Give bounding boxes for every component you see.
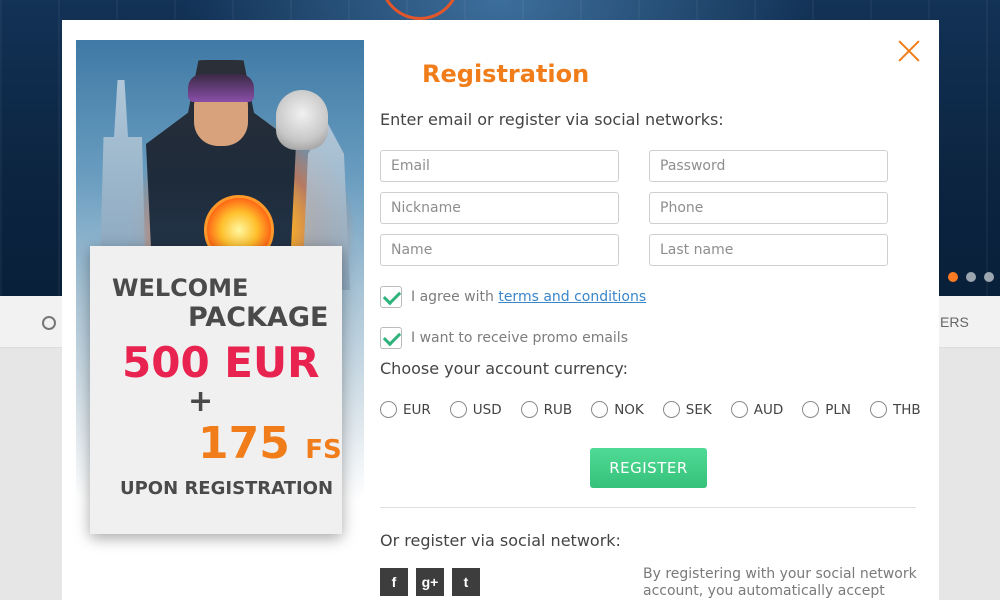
welcome-package-card: WELCOME PACKAGE 500 EUR + 175 FS UPON RE… [90,246,342,534]
currency-option-sek[interactable]: SEK [662,401,712,418]
password-field[interactable] [649,150,888,182]
currency-label: SEK [685,401,712,418]
promo-free-spins-number: 175 [198,418,290,469]
currency-label: RUB [543,401,573,418]
promo-emails-checkbox[interactable] [380,327,402,349]
carousel-dots[interactable] [948,272,994,282]
social-register-title: Or register via social network: [380,531,621,550]
nickname-field[interactable] [380,192,619,224]
currency-option-thb[interactable]: THB [870,401,921,418]
currency-option-aud[interactable]: AUD [730,401,784,418]
currency-radio[interactable] [591,401,609,418]
register-button[interactable]: REGISTER [590,448,707,488]
currency-radio[interactable] [730,401,748,418]
currency-label: EUR [403,401,431,418]
promo-free-spins-unit: FS [305,435,342,465]
city-tower-graphic [100,80,146,270]
currency-title: Choose your account currency: [380,359,628,378]
social-terms-note: By registering with your social network … [643,566,923,600]
hero-visor-graphic [188,74,254,102]
google-plus-icon[interactable]: g+ [416,568,444,596]
currency-option-eur[interactable]: EUR [380,401,431,418]
promo-free-spins: 175 FS [198,418,342,469]
robot-mascot-graphic [276,90,328,150]
currency-radio[interactable] [870,401,887,418]
promo-package-text: PACKAGE [188,302,329,333]
currency-radio[interactable] [449,401,467,418]
divider [380,507,916,508]
currency-label: USD [472,401,502,418]
agree-terms-label: I agree with terms and conditions [411,289,646,305]
currency-radio[interactable] [380,401,397,418]
promo-plus-sign: + [188,384,214,419]
currency-radio[interactable] [520,401,538,418]
agree-terms-checkbox[interactable] [380,286,402,308]
last-name-field[interactable] [649,234,888,266]
twitter-icon[interactable]: t [452,568,480,596]
facebook-icon[interactable]: f [380,568,408,596]
currency-radio[interactable] [662,401,680,418]
registration-modal: WELCOME PACKAGE 500 EUR + 175 FS UPON RE… [62,20,939,600]
agree-terms-row: I agree with terms and conditions [380,286,646,308]
agree-terms-text: I agree with [411,289,494,305]
name-field[interactable] [380,234,619,266]
carousel-dot[interactable] [966,272,976,282]
currency-radio[interactable] [802,401,820,418]
currency-option-rub[interactable]: RUB [520,401,573,418]
currency-option-pln[interactable]: PLN [802,401,851,418]
promo-emails-label: I want to receive promo emails [411,330,628,346]
promo-emails-row: I want to receive promo emails [380,327,628,349]
promo-upon-registration-text: UPON REGISTRATION [120,478,334,499]
promo-welcome-text: WELCOME [112,274,249,302]
nav-partial-label[interactable]: ERS [940,314,969,330]
currency-option-usd[interactable]: USD [449,401,502,418]
form-instruction: Enter email or register via social netwo… [380,110,724,129]
promo-bonus-amount: 500 EUR [122,338,320,387]
nav-circle-icon [42,316,56,330]
currency-options: EUR USD RUB NOK SEK AUD PLN THB [380,401,940,418]
currency-option-nok[interactable]: NOK [591,401,644,418]
carousel-dot-active[interactable] [948,272,958,282]
phone-field[interactable] [649,192,888,224]
currency-label: PLN [825,401,851,418]
currency-label: THB [893,401,921,418]
registration-form: Enter email or register via social netwo… [380,20,940,600]
social-terms-note-text: By registering with your social network … [643,566,917,599]
currency-label: AUD [753,401,784,418]
carousel-dot[interactable] [984,272,994,282]
terms-and-conditions-link[interactable]: terms and conditions [498,289,646,305]
email-field[interactable] [380,150,619,182]
currency-label: NOK [614,401,644,418]
